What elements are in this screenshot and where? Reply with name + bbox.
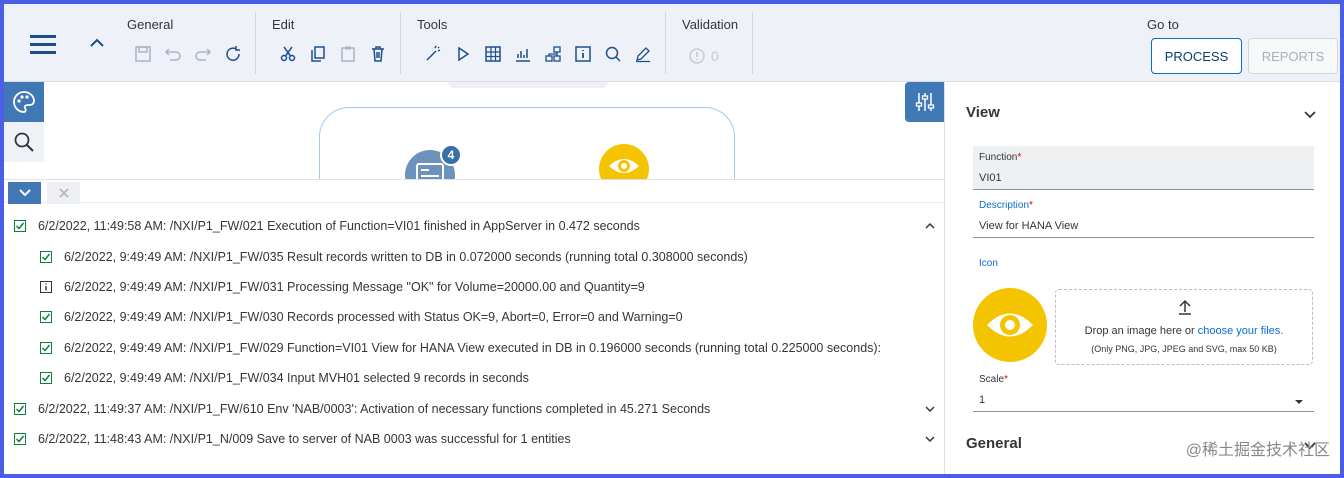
log-entry-text: 6/2/2022, 9:49:49 AM: /NXI/P1_FW/029 Fun… bbox=[64, 341, 882, 355]
search-button[interactable] bbox=[4, 122, 44, 162]
log-entry-text: 6/2/2022, 9:49:49 AM: /NXI/P1_FW/035 Res… bbox=[64, 250, 748, 264]
success-status-icon bbox=[40, 372, 52, 384]
dropdown-arrow-icon bbox=[1295, 400, 1303, 404]
log-entry[interactable]: 6/2/2022, 11:49:58 AM: /NXI/P1_FW/021 Ex… bbox=[14, 215, 640, 237]
refresh-icon[interactable] bbox=[221, 42, 245, 66]
app-frame: General Edit Tools Validation 0 Go to PR… bbox=[0, 0, 1344, 478]
message-log: 6/2/2022, 11:49:58 AM: /NXI/P1_FW/021 Ex… bbox=[4, 204, 944, 474]
icon-upload-dropzone[interactable]: Drop an image here or choose your files.… bbox=[1055, 289, 1313, 365]
chevron-down-icon bbox=[1304, 111, 1316, 119]
table-icon[interactable] bbox=[481, 42, 505, 66]
view-section-header[interactable]: View bbox=[966, 104, 1336, 124]
watermark: @稀土掘金技术社区 bbox=[1185, 442, 1330, 459]
validation-status[interactable]: 0 bbox=[688, 47, 719, 65]
left-sidebar bbox=[4, 82, 44, 166]
search-settings-icon[interactable] bbox=[601, 42, 625, 66]
node-count-badge: 4 bbox=[440, 144, 462, 166]
info-status-icon bbox=[40, 281, 52, 293]
model-canvas[interactable]: 4 bbox=[4, 82, 944, 179]
general-section-title: General bbox=[966, 435, 1022, 452]
undo-icon[interactable] bbox=[161, 42, 185, 66]
success-status-icon bbox=[14, 220, 26, 232]
upload-icon bbox=[1179, 299, 1191, 315]
toolbar: General Edit Tools Validation 0 Go to PR… bbox=[4, 4, 1340, 82]
cut-icon[interactable] bbox=[276, 42, 300, 66]
log-entry[interactable]: 6/2/2022, 9:49:49 AM: /NXI/P1_FW/030 Rec… bbox=[40, 306, 683, 328]
collapse-log-button[interactable] bbox=[8, 182, 41, 204]
log-entry[interactable]: 6/2/2022, 11:49:37 AM: /NXI/P1_FW/610 En… bbox=[14, 398, 710, 420]
hierarchy-icon[interactable] bbox=[541, 42, 565, 66]
log-entry-text: 6/2/2022, 11:49:37 AM: /NXI/P1_FW/610 En… bbox=[38, 402, 711, 416]
close-icon bbox=[58, 188, 69, 198]
scale-select[interactable]: Scale* 1 bbox=[973, 370, 1314, 412]
icon-label: Icon bbox=[979, 258, 998, 269]
sliders-icon bbox=[915, 93, 934, 111]
search-icon bbox=[14, 132, 34, 152]
log-entry-text: 6/2/2022, 11:49:58 AM: /NXI/P1_FW/021 Ex… bbox=[38, 219, 640, 233]
palette-icon bbox=[13, 91, 35, 113]
description-value[interactable]: View for HANA View bbox=[979, 220, 1078, 232]
run-icon[interactable] bbox=[451, 42, 475, 66]
log-entry[interactable]: 6/2/2022, 9:49:49 AM: /NXI/P1_FW/035 Res… bbox=[40, 246, 748, 268]
reports-button[interactable]: REPORTS bbox=[1248, 38, 1338, 74]
edit-pen-icon[interactable] bbox=[631, 42, 655, 66]
success-status-icon bbox=[40, 342, 52, 354]
warning-circle-icon bbox=[689, 48, 705, 64]
settings-sliders-button[interactable] bbox=[905, 82, 944, 122]
selected-icon-preview bbox=[973, 288, 1047, 362]
drop-text: Drop an image here or bbox=[1084, 325, 1195, 337]
collapse-chevron-up-icon[interactable] bbox=[88, 36, 106, 50]
info-icon[interactable] bbox=[571, 42, 595, 66]
hamburger-menu-icon[interactable] bbox=[30, 34, 58, 56]
log-entry[interactable]: 6/2/2022, 9:49:49 AM: /NXI/P1_FW/029 Fun… bbox=[40, 337, 881, 359]
close-log-button[interactable] bbox=[47, 182, 80, 204]
log-entry-text: 6/2/2022, 11:48:43 AM: /NXI/P1_N/009 Sav… bbox=[38, 432, 571, 446]
process-button[interactable]: PROCESS bbox=[1151, 38, 1242, 74]
success-status-icon bbox=[14, 403, 26, 415]
chevron-down-icon bbox=[18, 189, 31, 197]
log-entry-text: 6/2/2022, 9:49:49 AM: /NXI/P1_FW/030 Rec… bbox=[64, 310, 683, 324]
copy-icon[interactable] bbox=[306, 42, 330, 66]
function-node-card[interactable]: 4 bbox=[319, 107, 735, 179]
log-entry[interactable]: 6/2/2022, 9:49:49 AM: /NXI/P1_FW/034 Inp… bbox=[40, 367, 529, 389]
log-entry-text: 6/2/2022, 9:49:49 AM: /NXI/P1_FW/031 Pro… bbox=[64, 280, 645, 294]
eye-icon bbox=[987, 313, 1033, 337]
success-status-icon bbox=[40, 251, 52, 263]
palette-button[interactable] bbox=[4, 82, 44, 122]
group-label-validation: Validation bbox=[682, 17, 739, 32]
log-toolbar bbox=[4, 179, 944, 204]
redo-icon[interactable] bbox=[191, 42, 215, 66]
function-label: Function bbox=[979, 152, 1018, 163]
scale-label: Scale bbox=[979, 374, 1005, 385]
group-label-tools: Tools bbox=[417, 17, 448, 32]
magic-wand-icon[interactable] bbox=[421, 42, 445, 66]
function-value: VI01 bbox=[979, 172, 1002, 184]
description-field[interactable]: Description* View for HANA View bbox=[973, 194, 1314, 238]
properties-panel: View Function* VI01 Description* View fo… bbox=[944, 82, 1340, 474]
save-icon[interactable] bbox=[131, 42, 155, 66]
view-node-eye-icon[interactable] bbox=[599, 144, 649, 179]
delete-icon[interactable] bbox=[366, 42, 390, 66]
log-entry-text: 6/2/2022, 9:49:49 AM: /NXI/P1_FW/034 Inp… bbox=[64, 371, 529, 385]
success-status-icon bbox=[40, 311, 52, 323]
choose-files-link[interactable]: choose your files. bbox=[1198, 325, 1284, 337]
chevron-up-icon[interactable] bbox=[924, 220, 936, 232]
chevron-down-icon[interactable] bbox=[924, 433, 936, 445]
chart-icon[interactable] bbox=[511, 42, 535, 66]
group-label-general: General bbox=[127, 17, 174, 32]
view-section-title: View bbox=[966, 104, 1000, 121]
success-status-icon bbox=[14, 433, 26, 445]
scale-value: 1 bbox=[979, 394, 986, 406]
description-label: Description bbox=[979, 200, 1030, 211]
validation-count: 0 bbox=[711, 48, 719, 64]
group-label-edit: Edit bbox=[272, 17, 295, 32]
chevron-down-icon[interactable] bbox=[924, 403, 936, 415]
log-entry[interactable]: 6/2/2022, 11:48:43 AM: /NXI/P1_N/009 Sav… bbox=[14, 428, 571, 450]
drop-hint: (Only PNG, JPG, JPEG and SVG, max 50 KB) bbox=[1091, 344, 1277, 354]
paste-icon[interactable] bbox=[336, 42, 360, 66]
log-entry[interactable]: 6/2/2022, 9:49:49 AM: /NXI/P1_FW/031 Pro… bbox=[40, 276, 645, 298]
function-field: Function* VI01 bbox=[973, 146, 1314, 190]
group-label-goto: Go to bbox=[1147, 17, 1179, 32]
